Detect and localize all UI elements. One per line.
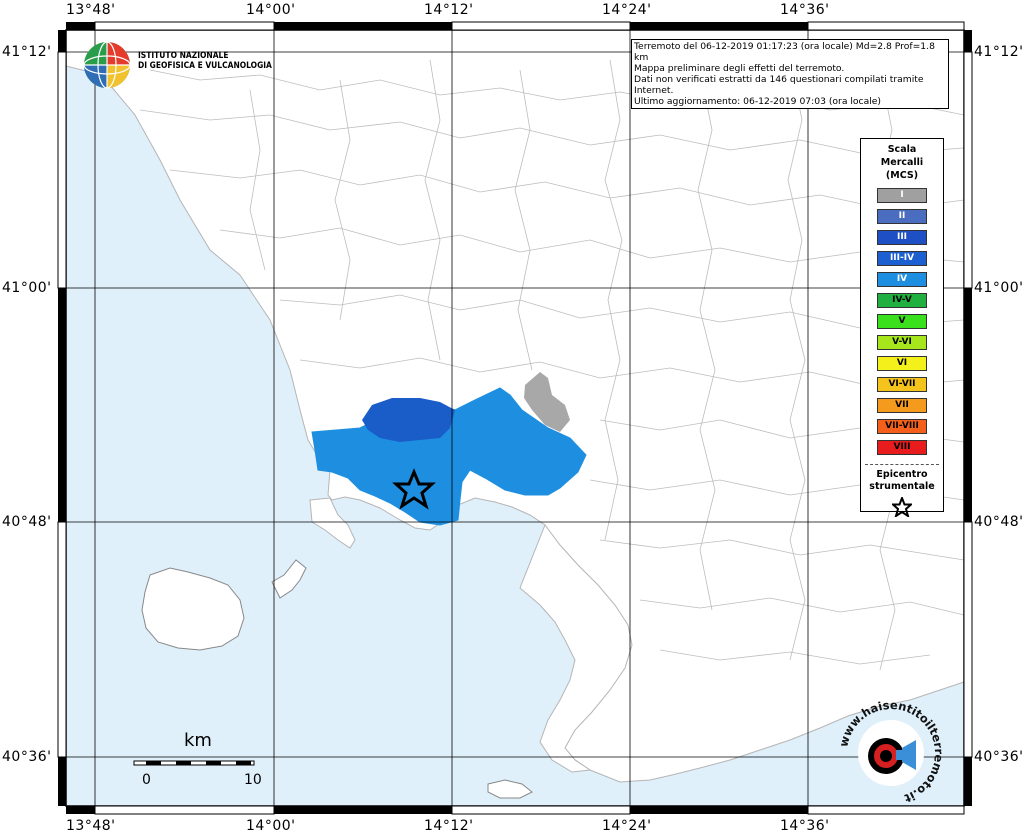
scale-bar bbox=[133, 760, 255, 766]
legend-item-iii-iv: III-IV bbox=[877, 251, 927, 266]
legend-title-line-1: Scala bbox=[887, 144, 917, 155]
lon-tick-bottom-3: 14°12' bbox=[424, 818, 474, 834]
lon-tick-top-2: 14°00' bbox=[246, 2, 296, 18]
lat-tick-right-3: 40°48' bbox=[974, 514, 1024, 530]
legend-item-v: V bbox=[877, 314, 927, 329]
logo-line-1: ISTITUTO NAZIONALE bbox=[138, 50, 229, 60]
lat-tick-left-3: 40°48' bbox=[2, 514, 52, 530]
legend-title-line-2: Mercalli bbox=[880, 157, 924, 168]
legend-divider bbox=[865, 464, 939, 465]
ingv-logo: ISTITUTO NAZIONALE DI GEOFISICA E VULCAN… bbox=[82, 40, 282, 92]
lon-tick-bottom-2: 14°00' bbox=[246, 818, 296, 834]
epicenter-star-icon bbox=[890, 495, 914, 519]
legend-item-vi-vii: VI-VII bbox=[877, 377, 927, 392]
lon-tick-top-1: 13°48' bbox=[66, 2, 116, 18]
scale-max-label: 10 bbox=[244, 772, 262, 788]
event-info-line-2: Mappa preliminare degli effetti del terr… bbox=[634, 63, 845, 74]
legend-items: I II III III-IV IV IV-V V V-VI VI VI-VII VII VII-VI… bbox=[861, 188, 943, 455]
lon-tick-bottom-1: 13°48' bbox=[66, 818, 116, 834]
lat-tick-left-4: 40°36' bbox=[2, 749, 52, 765]
lat-tick-right-1: 41°12' bbox=[974, 44, 1024, 60]
scale-min-label: 0 bbox=[142, 772, 151, 788]
lat-tick-left-2: 41°00' bbox=[2, 280, 52, 296]
legend-item-vii-viii: VII-VIII bbox=[877, 419, 927, 434]
lon-tick-top-5: 14°36' bbox=[780, 2, 830, 18]
legend-item-iv: IV bbox=[877, 272, 927, 287]
lon-tick-top-4: 14°24' bbox=[602, 2, 652, 18]
epicenter-legend-line-2: strumentale bbox=[869, 481, 935, 492]
lat-tick-right-2: 41°00' bbox=[974, 280, 1024, 296]
haisentito-badge: www.haisentitoilterremoto.it bbox=[836, 698, 946, 806]
ingv-logo-text: ISTITUTO NAZIONALE DI GEOFISICA E VULCAN… bbox=[138, 50, 272, 70]
legend-item-vi: VI bbox=[877, 356, 927, 371]
legend-title: Scala Mercalli (MCS) bbox=[861, 143, 943, 182]
legend-item-vii: VII bbox=[877, 398, 927, 413]
legend-item-i: I bbox=[877, 188, 927, 203]
event-info-line-1: Terremoto del 06-12-2019 01:17:23 (ora l… bbox=[634, 41, 935, 63]
mercalli-legend: Scala Mercalli (MCS) I II III III-IV IV IV-V V… bbox=[860, 138, 944, 519]
lon-tick-top-3: 14°12' bbox=[424, 2, 474, 18]
legend-item-iv-v: IV-V bbox=[877, 293, 927, 308]
event-info-line-3: Dati non verificati estratti da 146 ques… bbox=[634, 74, 924, 96]
legend-title-line-3: (MCS) bbox=[885, 170, 919, 181]
ingv-globe-icon bbox=[83, 41, 131, 89]
legend-item-ii: II bbox=[877, 209, 927, 224]
legend-item-iii: III bbox=[877, 230, 927, 245]
legend-item-v-vi: V-VI bbox=[877, 335, 927, 350]
logo-line-2: DI GEOFISICA E VULCANOLOGIA bbox=[138, 60, 272, 70]
lon-tick-bottom-5: 14°36' bbox=[780, 818, 830, 834]
legend-item-viii: VIII bbox=[877, 440, 927, 455]
epicenter-legend-title: Epicentro strumentale bbox=[861, 469, 943, 493]
event-info-line-4: Ultimo aggiornamento: 06-12-2019 07:03 (… bbox=[634, 96, 882, 107]
lat-tick-right-4: 40°36' bbox=[974, 749, 1024, 765]
scale-unit-label: km bbox=[184, 730, 212, 751]
event-info-box: Terremoto del 06-12-2019 01:17:23 (ora l… bbox=[631, 39, 949, 109]
lat-tick-left-1: 41°12' bbox=[2, 44, 52, 60]
epicenter-legend-line-1: Epicentro bbox=[876, 469, 928, 480]
lon-tick-bottom-4: 14°24' bbox=[602, 818, 652, 834]
